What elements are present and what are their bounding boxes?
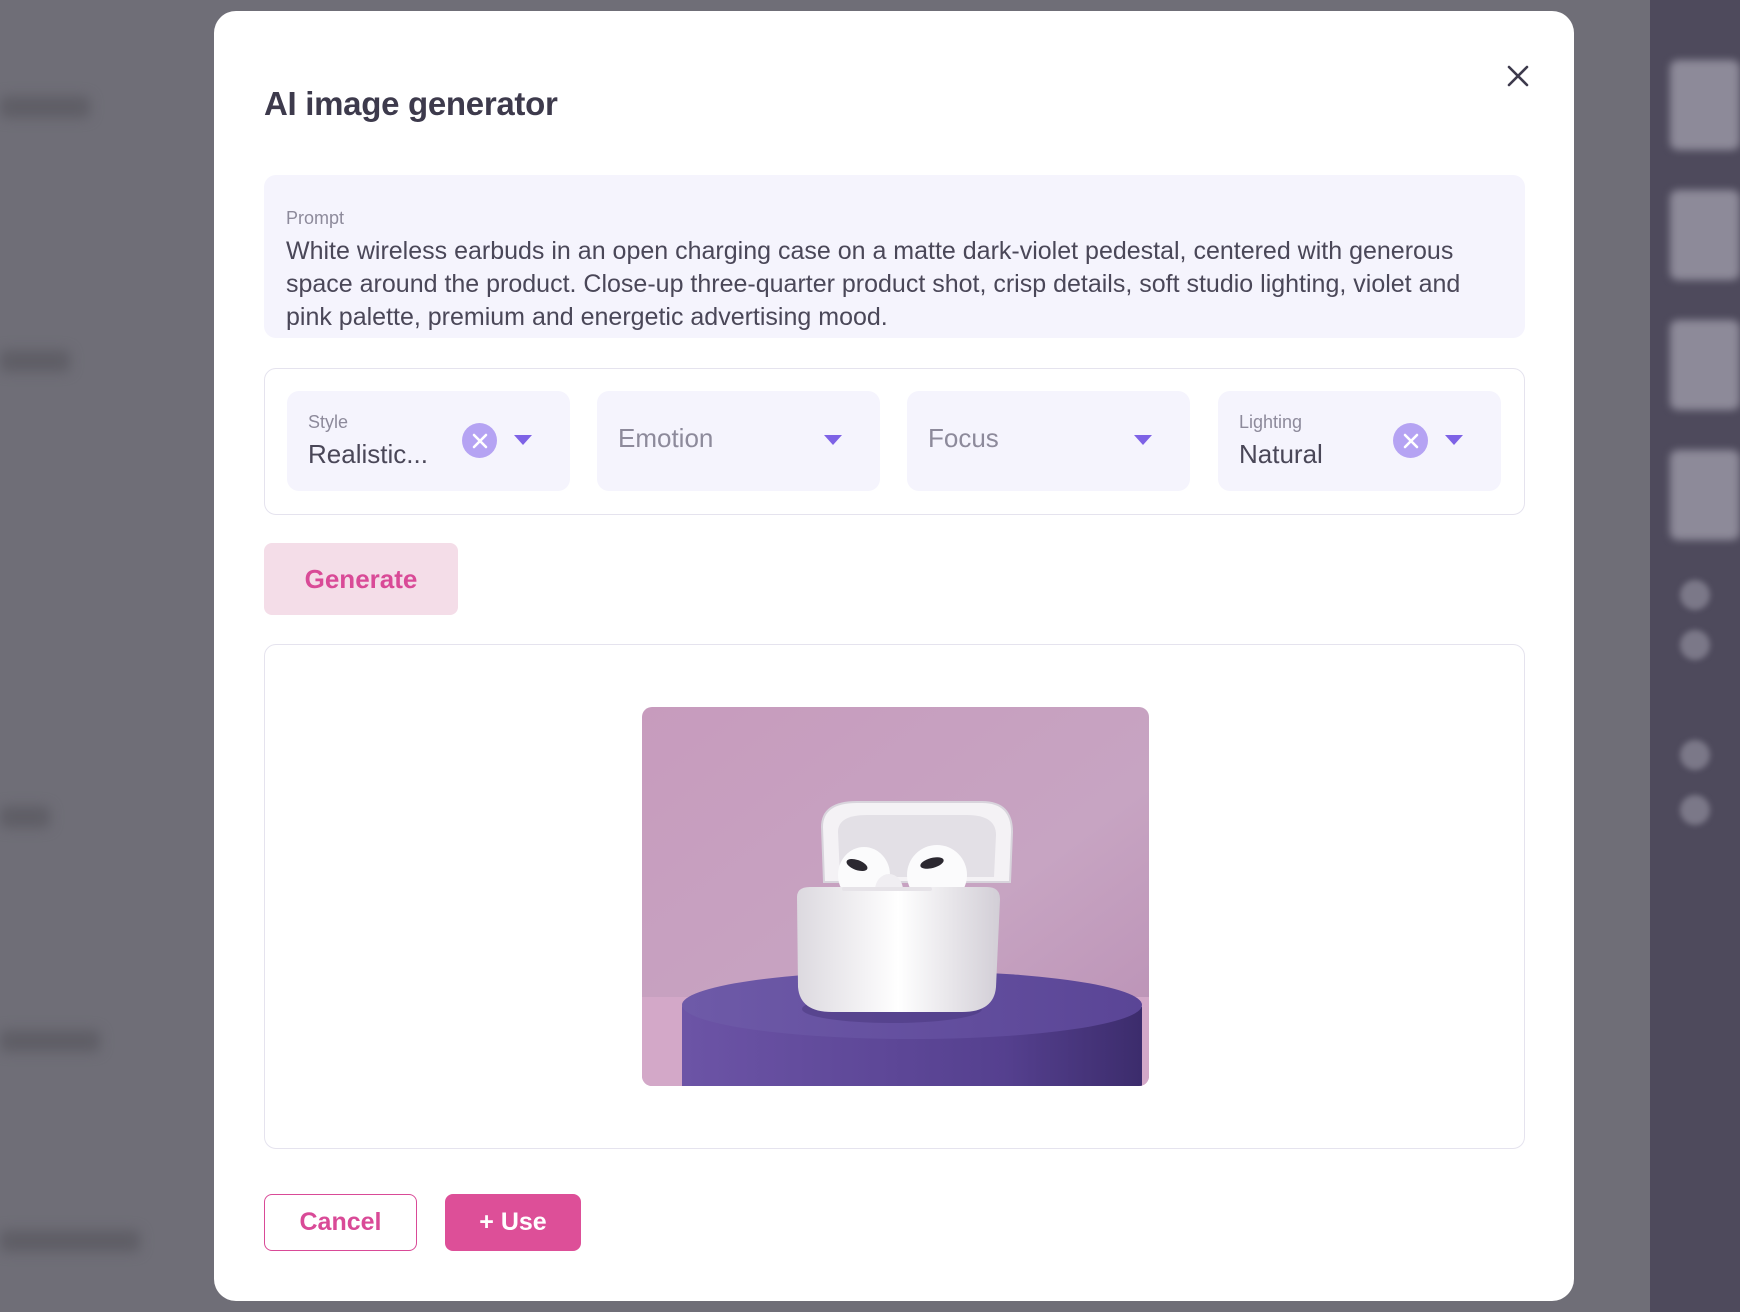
dialog-title: AI image generator: [264, 85, 558, 122]
chevron-down-icon[interactable]: [514, 435, 532, 445]
clear-icon: [1403, 433, 1418, 448]
close-button[interactable]: [1497, 55, 1539, 97]
lighting-label: Lighting: [1239, 412, 1303, 432]
chevron-down-icon[interactable]: [1134, 435, 1152, 445]
background-text: [0, 350, 70, 372]
close-icon: [1507, 65, 1529, 87]
style-dropdown[interactable]: Style Realistic...: [287, 391, 570, 491]
lighting-value: Natural: [1239, 439, 1323, 469]
generated-image[interactable]: [642, 707, 1149, 1086]
style-clear-button[interactable]: [462, 423, 497, 458]
use-button[interactable]: + Use: [445, 1194, 581, 1251]
lighting-dropdown[interactable]: Lighting Natural: [1218, 391, 1501, 491]
prompt-label: Prompt: [286, 208, 345, 228]
background-sidebar: [1650, 0, 1740, 1312]
prompt-input[interactable]: White wireless earbuds in an open chargi…: [286, 235, 1511, 334]
cancel-button[interactable]: Cancel: [264, 1194, 417, 1251]
focus-placeholder: Focus: [928, 423, 999, 453]
chevron-down-icon[interactable]: [824, 435, 842, 445]
prompt-field[interactable]: Prompt White wireless earbuds in an open…: [264, 175, 1525, 338]
background-text: [0, 806, 50, 828]
lighting-clear-button[interactable]: [1393, 423, 1428, 458]
generate-button[interactable]: Generate: [264, 543, 458, 615]
background-text: [0, 1230, 140, 1252]
emotion-dropdown[interactable]: Emotion: [597, 391, 880, 491]
generation-options: Style Realistic... Emotion Focus Lightin…: [264, 368, 1525, 515]
emotion-placeholder: Emotion: [618, 423, 714, 453]
ai-image-generator-dialog: AI image generator Prompt White wireless…: [214, 11, 1574, 1301]
clear-icon: [472, 433, 487, 448]
style-value: Realistic...: [308, 439, 428, 469]
image-preview-panel: [264, 644, 1525, 1149]
style-label: Style: [308, 412, 349, 432]
earbuds-product-image: [642, 707, 1149, 1086]
focus-dropdown[interactable]: Focus: [907, 391, 1190, 491]
background-text: [0, 96, 90, 118]
chevron-down-icon[interactable]: [1445, 435, 1463, 445]
background-text: [0, 1030, 100, 1052]
